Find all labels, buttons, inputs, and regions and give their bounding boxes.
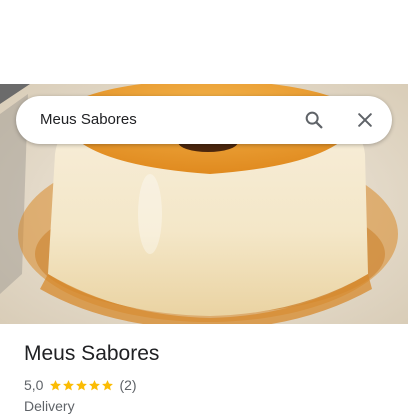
star-rating [49,379,114,392]
search-button[interactable] [299,105,329,135]
search-bar[interactable]: Meus Sabores [16,96,392,144]
place-category: Delivery [24,398,75,414]
rating-row[interactable]: 5,0 (2) [24,376,137,394]
close-button[interactable] [350,105,380,135]
star-icon [76,379,88,390]
search-icon [305,111,323,129]
review-count[interactable]: (2) [119,377,136,393]
place-title: Meus Sabores [24,342,160,365]
star-icon [50,379,62,390]
rating-value: 5,0 [24,377,44,393]
star-icon [102,379,114,390]
search-input[interactable]: Meus Sabores [40,96,137,144]
star-icon [63,379,75,390]
star-icon [89,379,101,390]
close-icon [358,113,372,127]
